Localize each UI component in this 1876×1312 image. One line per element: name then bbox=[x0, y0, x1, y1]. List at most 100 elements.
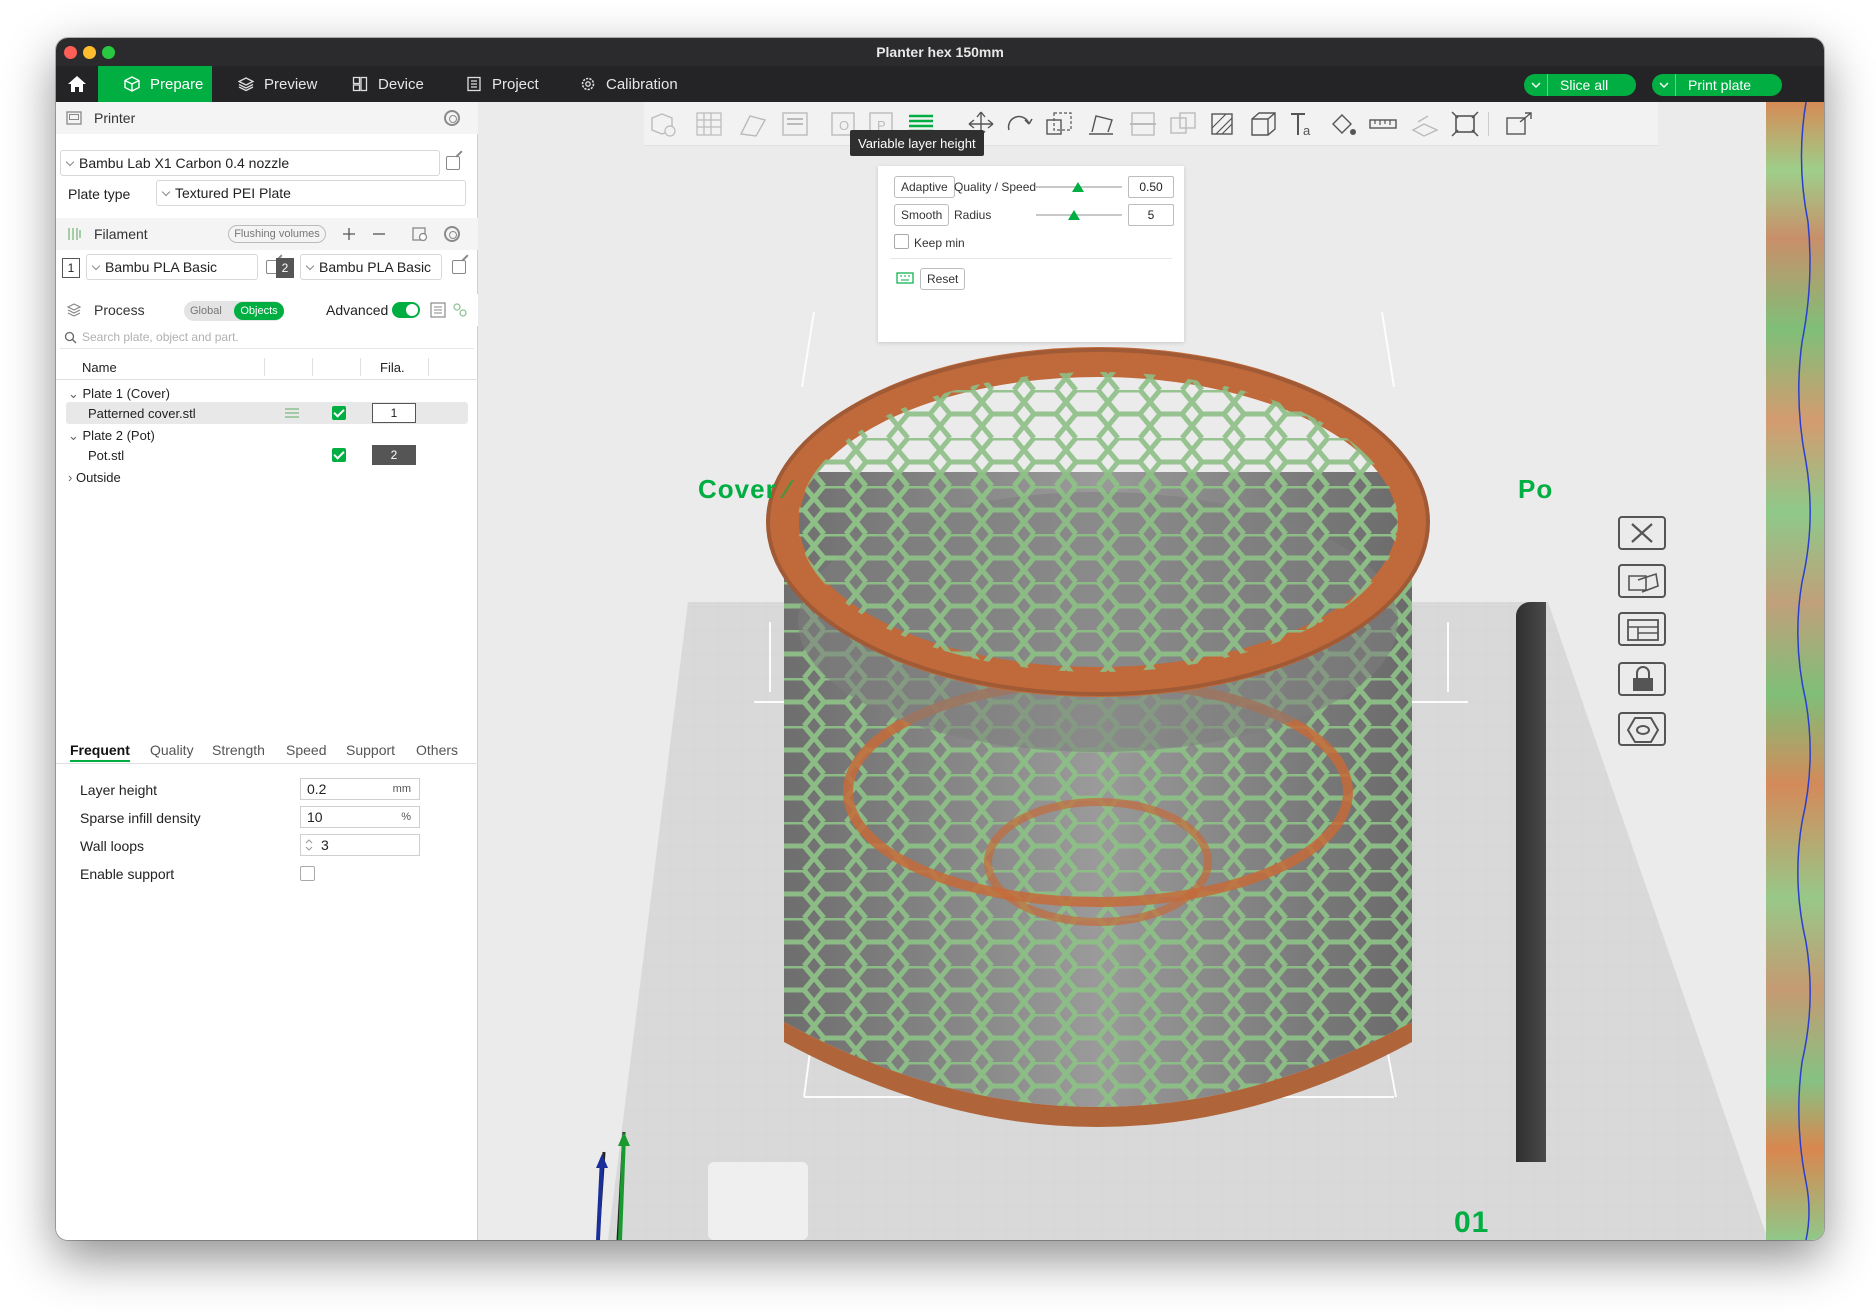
reset-button[interactable]: Reset bbox=[920, 268, 966, 290]
flushing-volumes-button[interactable]: Flushing volumes bbox=[228, 225, 326, 243]
tab-prepare[interactable]: Prepare bbox=[98, 66, 212, 102]
filament-index-box[interactable]: 1 bbox=[372, 403, 416, 423]
tab-preview[interactable]: Preview bbox=[212, 66, 326, 102]
printable-checkbox[interactable] bbox=[332, 448, 346, 462]
cube-icon bbox=[124, 76, 140, 92]
print-plate-button[interactable]: Print plate bbox=[1652, 74, 1782, 96]
quality-speed-slider-thumb[interactable] bbox=[1072, 182, 1084, 192]
edit-printer-icon[interactable] bbox=[446, 156, 460, 170]
main-toolbar: Prepare Preview Device Project Calibrati… bbox=[56, 66, 1824, 102]
auto-orient-icon bbox=[739, 115, 767, 137]
layer-height-input[interactable]: 0.2 mm bbox=[300, 778, 420, 800]
plate-type-label: Plate type bbox=[68, 186, 131, 202]
toggle-global[interactable]: Global bbox=[190, 302, 222, 320]
tab-quality[interactable]: Quality bbox=[150, 742, 194, 758]
plate-settings-button[interactable] bbox=[1618, 712, 1666, 746]
minimize-window-button[interactable] bbox=[83, 46, 96, 59]
auto-orient-plate-button[interactable] bbox=[1618, 564, 1666, 598]
filament-slot-1-index: 1 bbox=[62, 258, 80, 278]
tab-project[interactable]: Project bbox=[440, 66, 554, 102]
keyboard-icon bbox=[896, 272, 914, 284]
object-search[interactable]: Search plate, object and part. bbox=[60, 327, 474, 349]
plate-type-select[interactable]: Textured PEI Plate bbox=[156, 180, 466, 206]
close-window-button[interactable] bbox=[64, 46, 77, 59]
advanced-switch[interactable] bbox=[392, 302, 420, 318]
gear-icon bbox=[581, 77, 595, 91]
sparse-infill-density-input[interactable]: 10 % bbox=[300, 806, 420, 828]
filament-index-box[interactable]: 2 bbox=[372, 445, 416, 465]
toggle-objects[interactable]: Objects bbox=[234, 302, 284, 320]
tree-row-outside[interactable]: › Outside bbox=[68, 470, 121, 485]
sync-filament-icon bbox=[412, 227, 428, 242]
layer-height-curve bbox=[1797, 102, 1811, 1240]
seam-painting-icon bbox=[1251, 112, 1276, 136]
scale-icon bbox=[1046, 112, 1072, 135]
chevron-down-icon[interactable] bbox=[1524, 74, 1548, 96]
tab-device[interactable]: Device bbox=[326, 66, 440, 102]
boolean-icon bbox=[1170, 112, 1196, 134]
measure-icon bbox=[1369, 119, 1397, 129]
wall-loops-label: Wall loops bbox=[80, 838, 145, 854]
adaptive-button[interactable]: Adaptive bbox=[894, 176, 955, 198]
quality-speed-value[interactable]: 0.50 bbox=[1128, 176, 1174, 198]
home-icon bbox=[68, 76, 86, 92]
filament-slot-1-select[interactable]: Bambu PLA Basic bbox=[86, 254, 258, 280]
smooth-button[interactable]: Smooth bbox=[894, 204, 950, 226]
keep-min-checkbox[interactable] bbox=[894, 234, 909, 249]
arrange-plate-button[interactable] bbox=[1618, 612, 1666, 646]
tab-support[interactable]: Support bbox=[346, 742, 395, 758]
fit-view-icon bbox=[1451, 111, 1479, 137]
lock-plate-button[interactable] bbox=[1618, 662, 1666, 696]
keep-min-label: Keep min bbox=[914, 236, 965, 250]
wall-loops-stepper[interactable]: 3 bbox=[300, 834, 420, 856]
radius-label: Radius bbox=[954, 208, 992, 222]
slice-all-button[interactable]: Slice all bbox=[1524, 74, 1636, 96]
tree-row-patterned-cover[interactable]: Patterned cover.stl 1 bbox=[66, 402, 468, 424]
hex-icon bbox=[1626, 717, 1660, 743]
plate-actions bbox=[1618, 516, 1688, 816]
app-window: Planter hex 150mm Prepare Preview Device… bbox=[56, 38, 1824, 1240]
chevron-down-icon[interactable] bbox=[1652, 74, 1676, 96]
tab-calibration[interactable]: Calibration bbox=[554, 66, 694, 102]
printer-select[interactable]: Bambu Lab X1 Carbon 0.4 nozzle bbox=[60, 150, 440, 176]
printable-checkbox[interactable] bbox=[332, 406, 346, 420]
lay-on-face-icon bbox=[1089, 115, 1113, 135]
assembly-icon bbox=[1411, 115, 1439, 137]
tree-row-plate-2[interactable]: ⌄ Plate 2 (Pot) bbox=[68, 428, 155, 444]
home-button[interactable] bbox=[56, 66, 98, 102]
document-icon bbox=[467, 76, 481, 92]
process-section-header: Process Global Objects Advanced bbox=[56, 294, 478, 326]
layer-height-profile-bar[interactable] bbox=[1766, 102, 1824, 1240]
zoom-window-button[interactable] bbox=[102, 46, 115, 59]
column-name: Name bbox=[82, 360, 117, 375]
tree-row-plate-1[interactable]: ⌄ Plate 1 (Cover) bbox=[68, 386, 170, 402]
tab-others[interactable]: Others bbox=[416, 742, 458, 758]
tab-frequent[interactable]: Frequent bbox=[70, 742, 130, 762]
lock-icon bbox=[1633, 666, 1653, 691]
filament-slot-2-select[interactable]: Bambu PLA Basic bbox=[300, 254, 442, 280]
printer-settings-gear-icon[interactable] bbox=[444, 110, 460, 126]
global-objects-toggle[interactable]: Global Objects bbox=[184, 301, 284, 321]
rotate-icon bbox=[1007, 115, 1033, 131]
support-painting-icon bbox=[1211, 113, 1233, 135]
tab-speed[interactable]: Speed bbox=[286, 742, 326, 758]
plate-number: 01 bbox=[1454, 1206, 1490, 1239]
variable-layer-height-panel: Adaptive Quality / Speed 0.50 Smooth Rad… bbox=[878, 166, 1184, 342]
edit-filament-2-icon[interactable] bbox=[452, 260, 466, 274]
arrange-icon bbox=[782, 112, 808, 136]
delete-plate-button[interactable] bbox=[1618, 516, 1666, 550]
radius-slider-thumb[interactable] bbox=[1068, 210, 1080, 220]
layers-icon bbox=[238, 77, 254, 92]
snapshot-icon bbox=[1506, 112, 1532, 135]
tab-strength[interactable]: Strength bbox=[212, 742, 265, 758]
filament-icon bbox=[68, 228, 81, 240]
add-object-icon bbox=[651, 113, 676, 137]
filament-settings-gear-icon[interactable] bbox=[444, 226, 460, 242]
radius-value[interactable]: 5 bbox=[1128, 204, 1174, 226]
window-title: Planter hex 150mm bbox=[876, 44, 1004, 60]
enable-support-checkbox[interactable] bbox=[300, 866, 315, 881]
stepper-arrows-icon bbox=[305, 839, 313, 851]
svg-text:a: a bbox=[1303, 123, 1311, 138]
3d-viewport[interactable]: O P a Variable layer height Adaptive Qua… bbox=[478, 102, 1824, 1240]
tree-row-pot[interactable]: Pot.stl 2 bbox=[66, 444, 468, 466]
